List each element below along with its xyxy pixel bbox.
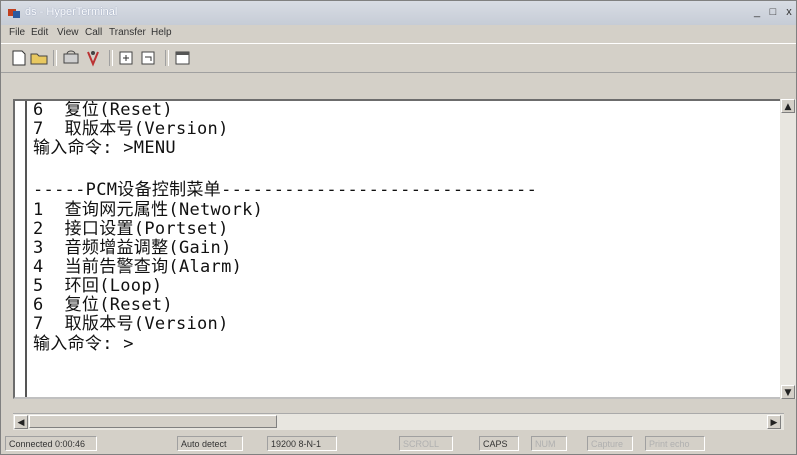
- send-icon[interactable]: [117, 49, 137, 67]
- status-capture: Capture: [587, 436, 633, 451]
- terminal-line: 输入命令: >: [33, 334, 134, 354]
- scroll-up-arrow-icon[interactable]: ▲: [781, 99, 795, 113]
- menu-view[interactable]: View: [57, 27, 79, 38]
- connect-icon[interactable]: [61, 49, 81, 67]
- receive-icon[interactable]: [139, 49, 159, 67]
- terminal-line: 3 音频增益调整(Gain): [33, 238, 232, 258]
- terminal-screen[interactable]: 6 复位(Reset) 7 取版本号(Version) 输入命令: >MENU …: [13, 99, 784, 399]
- terminal-line: 5 环回(Loop): [33, 276, 163, 296]
- terminal-line: 6 复位(Reset): [33, 100, 173, 120]
- horizontal-scrollbar[interactable]: ◀ ▶: [13, 413, 784, 430]
- menu-edit[interactable]: Edit: [31, 27, 48, 38]
- terminal-line: -----PCM设备控制菜单--------------------------…: [33, 180, 538, 200]
- title-bar[interactable]: ds - HyperTerminal _ □ x: [1, 1, 796, 25]
- window-title: ds - HyperTerminal: [25, 6, 118, 18]
- terminal-text-area: 6 复位(Reset) 7 取版本号(Version) 输入命令: >MENU …: [25, 101, 767, 397]
- vertical-scrollbar[interactable]: ▲ ▼: [780, 99, 796, 399]
- hyperterminal-app-icon: [8, 9, 20, 18]
- status-print-echo: Print echo: [645, 436, 705, 451]
- status-connected: Connected 0:00:46: [5, 436, 97, 451]
- scroll-left-arrow-icon[interactable]: ◀: [14, 415, 28, 429]
- horizontal-scroll-thumb[interactable]: [29, 415, 277, 428]
- close-button[interactable]: x: [781, 4, 797, 20]
- toolbar: [1, 43, 796, 73]
- terminal-line: 6 复位(Reset): [33, 295, 173, 315]
- status-caps: CAPS: [479, 436, 519, 451]
- scroll-right-arrow-icon[interactable]: ▶: [767, 415, 781, 429]
- status-detect: Auto detect: [177, 436, 243, 451]
- new-connection-icon[interactable]: [9, 49, 29, 67]
- terminal-line: 2 接口设置(Portset): [33, 219, 229, 239]
- open-icon[interactable]: [29, 49, 49, 67]
- status-bar: Connected 0:00:46 Auto detect 19200 8-N-…: [1, 433, 796, 454]
- menu-bar: File Edit View Call Transfer Help: [1, 25, 796, 43]
- terminal-line: 1 查询网元属性(Network): [33, 200, 264, 220]
- disconnect-icon[interactable]: [83, 49, 103, 67]
- hyperterminal-window: ds - HyperTerminal _ □ x File Edit View …: [0, 0, 797, 455]
- menu-call[interactable]: Call: [85, 27, 102, 38]
- properties-icon[interactable]: [173, 49, 193, 67]
- terminal-line: 7 取版本号(Version): [33, 314, 229, 334]
- menu-file[interactable]: File: [9, 27, 25, 38]
- minimize-button[interactable]: _: [749, 4, 765, 20]
- status-num: NUM: [531, 436, 567, 451]
- menu-help[interactable]: Help: [151, 27, 172, 38]
- terminal-line: 7 取版本号(Version): [33, 119, 229, 139]
- maximize-button[interactable]: □: [765, 4, 781, 20]
- terminal-line: 4 当前告警查询(Alarm): [33, 257, 243, 277]
- scroll-down-arrow-icon[interactable]: ▼: [781, 385, 795, 399]
- terminal-line: 输入命令: >MENU: [33, 138, 176, 158]
- menu-transfer[interactable]: Transfer: [109, 27, 146, 38]
- status-port-params: 19200 8-N-1: [267, 436, 337, 451]
- status-scroll: SCROLL: [399, 436, 453, 451]
